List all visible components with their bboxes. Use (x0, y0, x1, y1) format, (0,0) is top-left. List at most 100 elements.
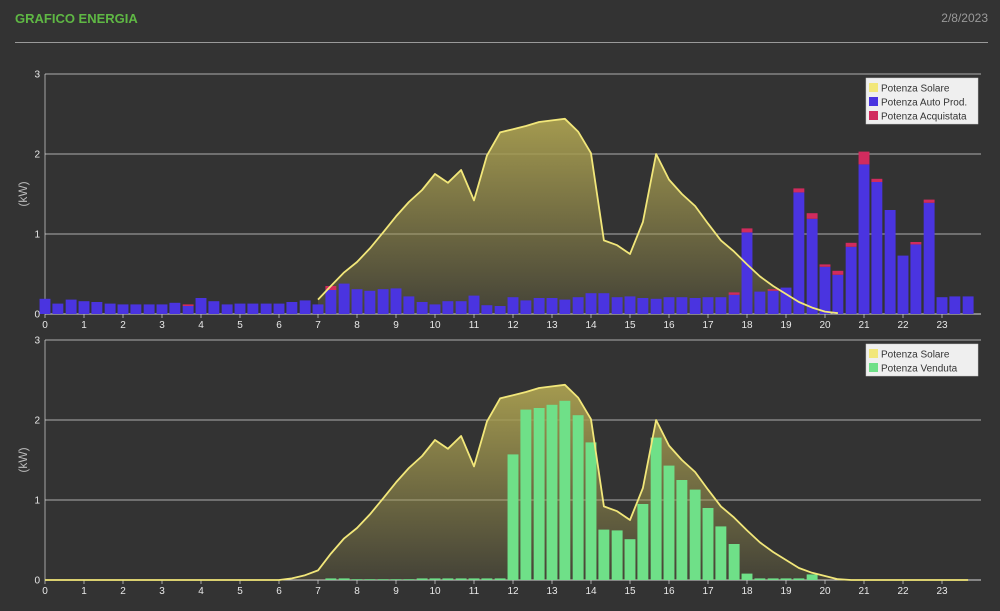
bar-autoprod (845, 246, 857, 314)
bar-venduta (520, 409, 532, 580)
bar-autoprod (39, 298, 51, 314)
date-label: 2/8/2023 (941, 11, 988, 25)
y-tick-label: 1 (34, 230, 40, 241)
bar-venduta (780, 578, 792, 580)
bar-acquistata (832, 270, 844, 275)
bar-acquistata (182, 304, 194, 306)
bar-venduta (572, 415, 584, 580)
bar-autoprod (286, 302, 298, 314)
bar-acquistata (793, 188, 805, 193)
bar-venduta (663, 465, 675, 580)
bar-autoprod (416, 302, 428, 314)
bar-autoprod (143, 304, 155, 314)
bar-venduta (689, 489, 701, 580)
bar-autoprod (676, 297, 688, 314)
y-tick-label: 2 (34, 150, 40, 161)
bar-autoprod (559, 299, 571, 314)
bar-autoprod (819, 266, 831, 314)
legend-swatch (869, 349, 878, 358)
bar-autoprod (858, 164, 870, 314)
bar-venduta (546, 404, 558, 580)
bar-acquistata (741, 228, 753, 233)
bar-autoprod (182, 306, 194, 314)
bar-venduta (715, 526, 727, 580)
bar-autoprod (390, 288, 402, 314)
bar-venduta (728, 544, 740, 580)
bar-autoprod (520, 300, 532, 314)
legend-swatch (869, 111, 878, 120)
bar-venduta (650, 437, 662, 580)
bar-autoprod (247, 303, 259, 314)
legend-label: Potenza Acquistata (881, 112, 967, 123)
x-tick-label: 6 (276, 586, 282, 597)
bar-autoprod (624, 296, 636, 314)
bar-autoprod (728, 294, 740, 314)
bar-autoprod (533, 298, 545, 314)
bar-autoprod (585, 293, 597, 314)
x-tick-label: 23 (936, 586, 948, 597)
y-tick-label: 3 (34, 70, 40, 81)
bar-autoprod (221, 304, 233, 314)
y-tick-label: 2 (34, 416, 40, 427)
legend-label: Potenza Solare (881, 84, 950, 95)
x-tick-label: 20 (819, 586, 831, 597)
bar-autoprod (689, 298, 701, 314)
page-title: GRAFICO ENERGIA (15, 11, 138, 26)
bar-venduta (403, 579, 415, 580)
bar-venduta (624, 539, 636, 580)
bar-autoprod (403, 296, 415, 314)
legend-label: Potenza Venduta (881, 364, 958, 375)
x-tick-label: 10 (429, 586, 441, 597)
bar-venduta (416, 578, 428, 580)
solar-area (45, 384, 969, 580)
bar-venduta (377, 579, 389, 580)
chart-venduta: 01230 1 2 3 4 5 6 7 8 9 10 11 12 13 14 15 16 17 18 19 20 21 22… (16, 336, 981, 597)
x-tick-label: 4 (198, 586, 204, 597)
header-divider (15, 42, 988, 43)
bar-venduta (585, 442, 597, 580)
x-tick-label: 7 (315, 586, 321, 597)
bar-acquistata (845, 242, 857, 247)
legend-label: Potenza Auto Prod. (881, 98, 967, 109)
bar-autoprod (481, 305, 493, 314)
bar-autoprod (364, 290, 376, 314)
bar-autoprod (65, 299, 77, 314)
bar-autoprod (936, 297, 948, 314)
bar-autoprod (923, 202, 935, 314)
bar-venduta (468, 578, 480, 580)
bar-autoprod (312, 304, 324, 314)
bar-venduta (364, 579, 376, 580)
bar-acquistata (806, 213, 818, 219)
bar-venduta (598, 529, 610, 580)
legend-swatch (869, 83, 878, 92)
bar-autoprod (949, 296, 961, 314)
bar-autoprod (325, 290, 337, 314)
bar-venduta (429, 578, 441, 580)
bar-venduta (611, 530, 623, 580)
x-tick-label: 5 (237, 586, 243, 597)
bar-autoprod (611, 297, 623, 314)
bar-autoprod (195, 298, 207, 314)
bar-venduta (507, 454, 519, 580)
x-tick-label: 14 (585, 586, 597, 597)
x-tick-label: 15 (624, 586, 636, 597)
bar-autoprod (377, 289, 389, 314)
bar-venduta (442, 578, 454, 580)
x-tick-label: 0 (42, 586, 48, 597)
bar-venduta (455, 578, 467, 580)
x-tick-label: 11 (469, 586, 480, 597)
bar-venduta (806, 574, 818, 580)
bar-autoprod (754, 291, 766, 314)
bar-autoprod (793, 192, 805, 314)
bar-venduta (481, 578, 493, 580)
bar-acquistata (923, 199, 935, 203)
bar-autoprod (598, 293, 610, 314)
y-axis-label: (kW) (16, 447, 30, 472)
bar-autoprod (455, 301, 467, 314)
bar-venduta (390, 579, 402, 580)
bar-venduta (754, 578, 766, 580)
bar-venduta (676, 480, 688, 580)
bar-venduta (338, 578, 350, 580)
bar-autoprod (260, 303, 272, 314)
bar-autoprod (897, 255, 909, 314)
